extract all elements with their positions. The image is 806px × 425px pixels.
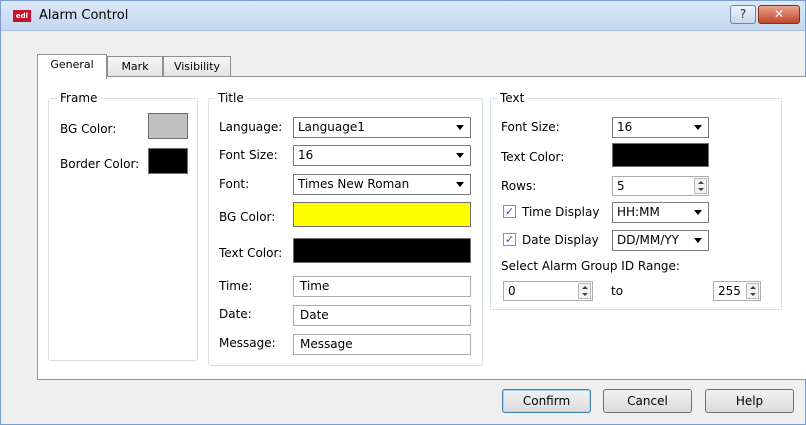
- title-text-color-swatch[interactable]: [293, 238, 471, 263]
- range-label: Select Alarm Group ID Range:: [501, 259, 680, 273]
- text-font-size-label: Font Size:: [501, 120, 560, 134]
- date-format-value: DD/MM/YY: [617, 233, 679, 247]
- frame-border-color-swatch[interactable]: [148, 148, 188, 174]
- date-format-select[interactable]: DD/MM/YY: [612, 230, 709, 251]
- spin-arrows-icon[interactable]: [746, 283, 759, 299]
- chevron-down-icon: [694, 238, 702, 243]
- time-input[interactable]: Time: [293, 276, 471, 297]
- text-legend: Text: [497, 91, 528, 105]
- time-label: Time:: [219, 279, 253, 293]
- tab-mark[interactable]: Mark: [107, 56, 163, 78]
- title-bg-color-label: BG Color:: [219, 210, 276, 224]
- chevron-down-icon: [694, 125, 702, 130]
- rows-value: 5: [617, 179, 625, 193]
- title-font-size-select[interactable]: 16: [293, 145, 471, 166]
- time-format-value: HH:MM: [617, 205, 660, 219]
- frame-border-color-label: Border Color:: [60, 157, 140, 171]
- date-display-checkbox[interactable]: ✓: [503, 233, 516, 246]
- message-label: Message:: [219, 336, 276, 350]
- text-group: Text Font Size: 16 Text Color: Rows: 5 ✓…: [490, 91, 782, 310]
- font-label: Font:: [219, 177, 250, 191]
- date-label: Date:: [219, 307, 252, 321]
- title-font-size-value: 16: [298, 148, 314, 162]
- help-button[interactable]: Help: [705, 389, 794, 413]
- tab-visibility[interactable]: Visibility: [163, 56, 231, 78]
- font-value: Times New Roman: [298, 177, 410, 191]
- cancel-button[interactable]: Cancel: [603, 389, 692, 413]
- range-to-label: to: [611, 284, 624, 298]
- confirm-button[interactable]: Confirm: [502, 389, 591, 413]
- close-button[interactable]: ✕: [758, 5, 800, 24]
- tab-general[interactable]: General: [37, 54, 107, 79]
- date-display-label: Date Display: [522, 233, 599, 247]
- chevron-down-icon: [694, 210, 702, 215]
- title-group: Title Language: Language1 Font Size: 16 …: [208, 91, 483, 366]
- message-input[interactable]: Message: [293, 334, 471, 355]
- text-font-size-value: 16: [617, 120, 633, 134]
- rows-stepper[interactable]: 5: [612, 176, 709, 196]
- range-to-value: 255: [718, 284, 741, 298]
- window-title: Alarm Control: [39, 8, 129, 23]
- frame-legend: Frame: [57, 91, 101, 105]
- frame-bg-color-label: BG Color:: [60, 122, 117, 136]
- title-text-color-label: Text Color:: [219, 246, 283, 260]
- title-font-size-label: Font Size:: [219, 148, 278, 162]
- range-from-value: 0: [508, 284, 516, 298]
- range-to-stepper[interactable]: 255: [713, 281, 761, 301]
- font-select[interactable]: Times New Roman: [293, 174, 471, 195]
- title-help-button[interactable]: ?: [730, 5, 756, 24]
- date-input[interactable]: Date: [293, 305, 471, 326]
- title-legend: Title: [215, 91, 247, 105]
- alarm-control-dialog: edl Alarm Control ? ✕ General Mark Visib…: [0, 0, 806, 425]
- chevron-down-icon: [456, 153, 464, 158]
- frame-bg-color-swatch[interactable]: [148, 113, 188, 139]
- text-color-swatch[interactable]: [612, 143, 709, 167]
- time-format-select[interactable]: HH:MM: [612, 202, 709, 223]
- rows-label: Rows:: [501, 179, 537, 193]
- title-bar: edl Alarm Control ? ✕: [1, 1, 805, 31]
- time-display-checkbox[interactable]: ✓: [503, 205, 516, 218]
- spin-arrows-icon[interactable]: [694, 178, 707, 194]
- app-logo-icon: edl: [13, 10, 31, 22]
- chevron-down-icon: [456, 125, 464, 130]
- text-color-label: Text Color:: [501, 150, 565, 164]
- chevron-down-icon: [456, 182, 464, 187]
- title-bg-color-swatch[interactable]: [293, 202, 471, 227]
- frame-group: Frame BG Color: Border Color:: [48, 91, 198, 361]
- text-font-size-select[interactable]: 16: [612, 117, 709, 138]
- language-value: Language1: [298, 120, 365, 134]
- language-select[interactable]: Language1: [293, 117, 471, 138]
- spin-arrows-icon[interactable]: [578, 283, 591, 299]
- range-from-stepper[interactable]: 0: [503, 281, 593, 301]
- general-tab-panel: Frame BG Color: Border Color: Title Lang…: [37, 76, 806, 380]
- language-label: Language:: [219, 120, 283, 134]
- time-display-label: Time Display: [522, 205, 600, 219]
